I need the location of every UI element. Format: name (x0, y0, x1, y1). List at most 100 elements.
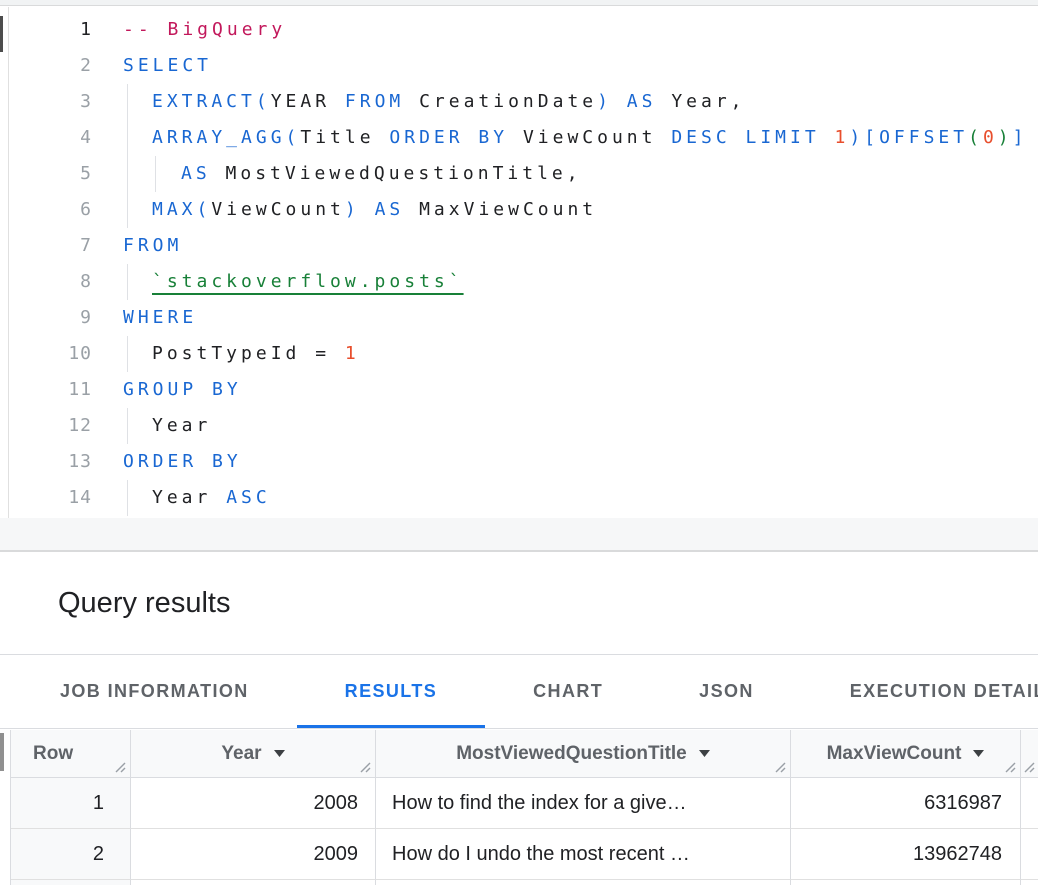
code-token: 0 (983, 127, 998, 148)
code-token: PostTypeId = (152, 343, 345, 364)
table-row: 12008How to find the index for a give…63… (11, 778, 1038, 829)
code-token: 1 (835, 127, 850, 148)
column-label: Row (33, 743, 73, 765)
line-number: 5 (9, 156, 92, 192)
query-results-section: Query results (0, 552, 1038, 654)
code-token: Year (152, 487, 226, 508)
code-text: `stackoverflow.posts` (152, 264, 464, 300)
code-token: ) (998, 127, 1013, 148)
code-token: )[OFFSET (849, 127, 968, 148)
code-line[interactable]: 4ARRAY_AGG(Title ORDER BY ViewCount DESC… (9, 120, 1038, 156)
column-label: MostViewedQuestionTitle (456, 743, 687, 765)
code-line[interactable]: 8`stackoverflow.posts` (9, 264, 1038, 300)
code-text: PostTypeId = 1 (152, 336, 360, 372)
code-line[interactable]: 6MAX(ViewCount) AS MaxViewCount (9, 192, 1038, 228)
code-token: Year, (671, 91, 745, 112)
code-line[interactable]: 5 AS MostViewedQuestionTitle, (9, 156, 1038, 192)
code-token: FROM (345, 91, 419, 112)
row-number-cell (11, 880, 131, 885)
line-number: 9 (9, 300, 92, 336)
column-resize-grip-icon[interactable] (359, 761, 372, 774)
code-text: ARRAY_AGG(Title ORDER BY ViewCount DESC … (152, 120, 1027, 156)
code-token: ] (1013, 127, 1028, 148)
indent-guide (127, 156, 128, 192)
table-row-partial (11, 880, 1038, 885)
column-menu-arrow-icon[interactable] (699, 750, 710, 757)
tab-job-information[interactable]: JOB INFORMATION (12, 655, 297, 728)
code-text: EXTRACT(YEAR FROM CreationDate) AS Year, (152, 84, 746, 120)
indent-guide (127, 192, 128, 228)
table-header-row: Row Year MostViewedQuestionTitle MaxViewCou… (11, 730, 1038, 778)
code-text: GROUP BY (123, 372, 242, 408)
code-line[interactable]: 7 FROM (9, 228, 1038, 264)
sql-editor[interactable]: 1-- BigQuery2SELECT3EXTRACT(YEAR FROM Cr… (8, 7, 1038, 550)
line-number: 13 (9, 444, 92, 480)
indent-guide (127, 480, 128, 516)
results-scrollbar-thumb[interactable] (0, 733, 4, 771)
code-text: -- BigQuery (123, 12, 286, 48)
query-results-title: Query results (58, 552, 230, 654)
column-resize-grip-icon[interactable] (114, 761, 127, 774)
line-number: 2 (9, 48, 92, 84)
column-resize-grip-icon[interactable] (774, 761, 787, 774)
column-header-mostviewedquestiontitle[interactable]: MostViewedQuestionTitle (376, 730, 791, 778)
code-line[interactable]: 3 EXTRACT(YEAR FROM CreationDate) AS Year… (9, 84, 1038, 120)
column-menu-arrow-icon[interactable] (274, 750, 285, 757)
code-line[interactable]: 11GROUP BY (9, 372, 1038, 408)
tab-chart[interactable]: CHART (485, 655, 651, 728)
code-token: AS (181, 163, 226, 184)
code-text: SELECT (123, 48, 212, 84)
code-text: WHERE (123, 300, 197, 336)
editor-scrollbar-thumb[interactable] (0, 16, 3, 52)
editor-top-scrollbar-track[interactable] (0, 0, 1038, 6)
table-reference-link[interactable]: `stackoverflow.posts` (152, 271, 464, 292)
data-cell (1021, 880, 1038, 885)
code-text: ORDER BY (123, 444, 242, 480)
code-token: SELECT (123, 55, 212, 76)
data-cell (791, 880, 1021, 885)
code-token: WHERE (123, 307, 197, 328)
indent-guide (127, 336, 128, 372)
editor-bottom-scrollbar-track[interactable] (0, 518, 1038, 550)
code-token: ASC (226, 487, 271, 508)
line-number: 6 (9, 192, 92, 228)
data-cell: 13962748 (791, 829, 1021, 880)
code-token: ORDER BY (389, 127, 523, 148)
code-line[interactable]: 14 Year ASC (9, 480, 1038, 516)
code-line[interactable]: 2 SELECT (9, 48, 1038, 84)
data-cell: 2009 (131, 829, 376, 880)
code-token: MaxViewCount (419, 199, 597, 220)
code-text: AS MostViewedQuestionTitle, (181, 156, 582, 192)
line-number: 14 (9, 480, 92, 516)
code-token: ORDER BY (123, 451, 242, 472)
code-token: FROM (123, 235, 182, 256)
code-line[interactable]: 9 WHERE (9, 300, 1038, 336)
line-number: 3 (9, 84, 92, 120)
row-number-cell: 1 (11, 778, 131, 829)
code-token: EXTRACT( (152, 91, 271, 112)
data-cell: How to find the index for a give… (376, 778, 791, 829)
code-line[interactable]: 10 PostTypeId = 1 (9, 336, 1038, 372)
code-text: FROM (123, 228, 182, 264)
tab-results[interactable]: RESULTS (297, 655, 485, 728)
tab-execution-details[interactable]: EXECUTION DETAILS (802, 655, 1038, 728)
indent-guide (127, 408, 128, 444)
tab-json[interactable]: JSON (651, 655, 802, 728)
column-menu-arrow-icon[interactable] (973, 750, 984, 757)
column-header-year[interactable]: Year (131, 730, 376, 778)
data-cell (376, 880, 791, 885)
table-row: 22009How do I undo the most recent …1396… (11, 829, 1038, 880)
column-resize-grip-icon[interactable] (1004, 761, 1017, 774)
code-line[interactable]: 13 ORDER BY (9, 444, 1038, 480)
column-header-maxviewcount[interactable]: MaxViewCount (791, 730, 1021, 778)
code-token: ) AS (345, 199, 419, 220)
code-line[interactable]: 12Year (9, 408, 1038, 444)
code-line[interactable]: 1-- BigQuery (9, 12, 1038, 48)
code-token: ( (968, 127, 983, 148)
line-number: 10 (9, 336, 92, 372)
data-cell: 6316987 (791, 778, 1021, 829)
data-cell (131, 880, 376, 885)
line-number: 7 (9, 228, 92, 264)
code-token: MostViewedQuestionTitle, (226, 163, 582, 184)
bigquery-console: 1-- BigQuery2SELECT3EXTRACT(YEAR FROM Cr… (0, 0, 1038, 886)
